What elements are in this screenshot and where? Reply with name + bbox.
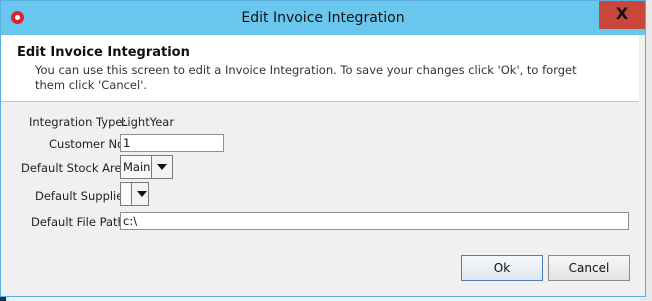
default-stock-area-label: Default Stock Area: [21, 161, 129, 175]
default-file-path-field[interactable]: c:\: [120, 212, 629, 230]
title-bar[interactable]: Edit Invoice Integration X: [1, 1, 645, 35]
default-stock-area-select[interactable]: Main: [120, 155, 173, 179]
window-title: Edit Invoice Integration: [241, 10, 405, 26]
customer-no-label: Customer No: [49, 137, 125, 151]
default-stock-area-value: Main: [123, 160, 151, 174]
integration-type-value: LightYear: [121, 115, 175, 129]
default-supplier-select[interactable]: [120, 182, 149, 206]
chevron-down-icon[interactable]: [151, 156, 172, 178]
ok-button[interactable]: Ok: [461, 255, 543, 281]
header-panel: Edit Invoice Integration You can use thi…: [1, 35, 639, 102]
default-supplier-label: Default Supplier: [35, 189, 129, 203]
close-button[interactable]: X: [599, 1, 645, 29]
integration-type-label: Integration Type:: [29, 115, 127, 129]
cancel-button[interactable]: Cancel: [548, 255, 630, 281]
default-file-path-label: Default File Path: [31, 215, 125, 229]
header-title: Edit Invoice Integration: [17, 45, 190, 60]
customer-no-field[interactable]: 1: [120, 134, 224, 152]
chevron-down-icon[interactable]: [131, 183, 148, 205]
header-description: You can use this screen to edit a Invoic…: [35, 63, 577, 92]
dialog-window: Edit Invoice Integration X Edit Invoice …: [0, 0, 646, 297]
